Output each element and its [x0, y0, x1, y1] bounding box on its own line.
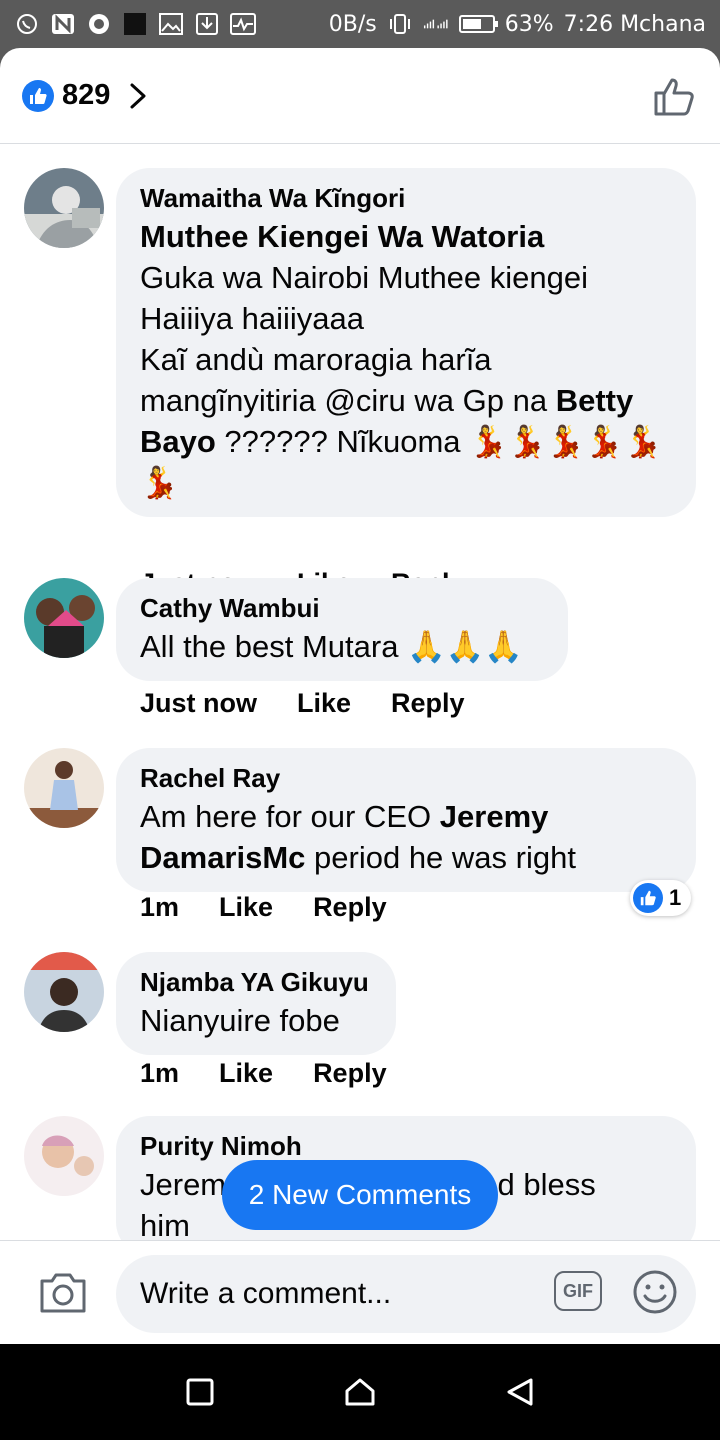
- commenter-name[interactable]: Cathy Wambui: [140, 590, 544, 626]
- avatar[interactable]: [24, 1116, 104, 1196]
- comment-text: mangĩnyitiria @ciru wa Gp na: [140, 383, 556, 418]
- chevron-right-icon[interactable]: [128, 82, 156, 110]
- avatar[interactable]: [24, 952, 104, 1032]
- like-reaction-icon[interactable]: [22, 79, 54, 112]
- comment-composer: Write a comment... GIF: [0, 1240, 720, 1344]
- commenter-name[interactable]: Rachel Ray: [140, 760, 672, 796]
- comment-line: Bayo ?????? Nĩkuoma 💃💃💃💃💃: [140, 421, 672, 462]
- avatar[interactable]: [24, 748, 104, 828]
- mention-link[interactable]: DamarisMc: [140, 840, 305, 875]
- comment-line: Am here for our CEO Jeremy: [140, 796, 672, 837]
- comment-bubble[interactable]: Rachel Ray Am here for our CEO Jeremy Da…: [116, 748, 696, 892]
- activity-icon: [230, 13, 256, 35]
- like-button[interactable]: Like: [219, 892, 273, 923]
- comment-line: Kaĩ andù maroragia harĩa: [140, 342, 492, 377]
- signal-icon: [423, 13, 449, 35]
- comment-text: ?????? Nĩkuoma 💃💃💃💃💃: [215, 424, 663, 459]
- clock: 7:26 Mchana: [563, 11, 706, 37]
- new-comments-button[interactable]: 2 New Comments: [222, 1160, 498, 1230]
- commenter-name[interactable]: Purity Nimoh: [140, 1128, 672, 1164]
- comment-text: period he was right: [305, 840, 576, 875]
- like-button[interactable]: Like: [297, 688, 351, 719]
- mention-link[interactable]: Jeremy: [440, 799, 549, 834]
- emoji-icon[interactable]: [632, 1269, 678, 1315]
- comment-line: DamarisMc period he was right: [140, 837, 672, 878]
- image-icon: [158, 13, 184, 35]
- comment-line: Haiiiya haiiiyaaa: [140, 301, 365, 336]
- mention-link[interactable]: Bayo: [140, 424, 216, 459]
- comment-line: Guka wa Nairobi Muthee kiengei: [140, 260, 589, 295]
- comment-timestamp: Just now: [140, 688, 258, 718]
- back-icon[interactable]: [500, 1372, 540, 1412]
- like-count[interactable]: 829: [62, 79, 110, 112]
- network-speed: 0B/s: [328, 11, 377, 37]
- comment-line: mangĩnyitiria @ciru wa Gp na Betty: [140, 380, 672, 421]
- avatar[interactable]: [24, 578, 104, 658]
- like-reaction-icon: [633, 883, 663, 913]
- comment-actions: 1m Like Reply: [140, 892, 387, 923]
- comment-line: 💃: [140, 465, 179, 500]
- comment-line: Muthee Kiengei Wa Watoria: [140, 219, 545, 254]
- comment-actions: Just now Like Reply: [140, 688, 465, 719]
- comment-timestamp: 1m: [140, 892, 180, 922]
- notification-n-icon: [50, 13, 76, 35]
- gif-button[interactable]: GIF: [554, 1271, 602, 1311]
- comment-bubble[interactable]: Wamaitha Wa Kĩngori Muthee Kiengei Wa Wa…: [116, 168, 696, 517]
- comment-bubble[interactable]: Njamba YA Gikuyu Nianyuire fobe: [116, 952, 396, 1055]
- comment-text: Nianyuire fobe: [140, 1003, 340, 1038]
- comment-input[interactable]: Write a comment... GIF: [116, 1255, 696, 1333]
- like-button[interactable]: Like: [219, 1058, 273, 1089]
- system-nav-bar: [0, 1344, 720, 1440]
- recents-icon[interactable]: [180, 1372, 220, 1412]
- comment-text: Am here for our CEO: [140, 799, 440, 834]
- reactions-header: 829: [0, 48, 720, 144]
- reply-button[interactable]: Reply: [313, 892, 387, 923]
- reaction-count: 1: [669, 885, 682, 910]
- home-icon[interactable]: [340, 1372, 380, 1412]
- comment-text: Jerem: [140, 1167, 227, 1202]
- reply-button[interactable]: Reply: [391, 688, 465, 719]
- comment-input-placeholder: Write a comment...: [140, 1277, 392, 1310]
- comment-reaction-count[interactable]: 1: [630, 880, 692, 916]
- comment-text: All the best Mutara 🙏🙏🙏: [140, 629, 523, 664]
- commenter-name[interactable]: Njamba YA Gikuyu: [140, 964, 372, 1000]
- comment-timestamp: 1m: [140, 1058, 180, 1088]
- battery-icon: [458, 15, 498, 33]
- whatsapp-icon: [14, 13, 40, 35]
- status-bar: 0B/s 63% 7:26 Mchana: [0, 0, 720, 48]
- vibrate-icon: [387, 13, 413, 35]
- download-icon: [194, 13, 220, 35]
- comment-bubble[interactable]: Cathy Wambui All the best Mutara 🙏🙏🙏: [116, 578, 568, 681]
- reply-button[interactable]: Reply: [313, 1058, 387, 1089]
- thumbs-up-icon[interactable]: [652, 73, 698, 119]
- battery-percent: 63%: [504, 11, 554, 37]
- commenter-name[interactable]: Wamaitha Wa Kĩngori: [140, 180, 672, 216]
- app-notification-icon: [86, 13, 112, 35]
- mention-link[interactable]: Betty: [556, 383, 634, 418]
- avatar[interactable]: [24, 168, 104, 248]
- camera-icon[interactable]: [38, 1271, 90, 1317]
- comment-actions: 1m Like Reply: [140, 1058, 387, 1089]
- comments-sheet: 829 Wamaitha Wa Kĩngori Muthee Kiengei W…: [0, 48, 720, 1344]
- square-app-icon: [122, 13, 148, 35]
